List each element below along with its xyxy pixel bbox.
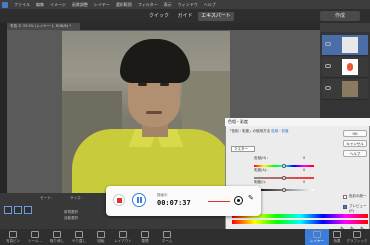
colorize-label: 色彩の統一 xyxy=(349,194,367,198)
lightness-slider-handle[interactable] xyxy=(282,188,286,192)
effects-panel-button[interactable]: 効果 xyxy=(326,231,348,244)
undo-button[interactable]: 取り消し xyxy=(46,231,68,244)
menu-file[interactable]: ファイル xyxy=(14,2,30,8)
info-text: 「色相・彩度」の使用方法 xyxy=(228,129,270,133)
layer-row[interactable] xyxy=(322,79,368,100)
home-button[interactable]: ホーム xyxy=(156,231,178,244)
menu-filter[interactable]: フィルター xyxy=(138,2,158,8)
preview-label: プレビュー(P) xyxy=(349,204,367,213)
selection-mode-icon[interactable] xyxy=(4,206,12,214)
rotate-icon xyxy=(97,231,105,238)
menu-edit[interactable]: 編集 xyxy=(36,2,44,8)
home-icon xyxy=(163,231,171,238)
hue-slider-handle[interactable] xyxy=(282,164,286,168)
tab-guided[interactable]: ガイド xyxy=(174,12,196,21)
redo-icon xyxy=(75,231,83,238)
menu-image[interactable]: イメージ xyxy=(50,2,66,8)
eye-icon[interactable] xyxy=(325,86,331,90)
organizer-icon xyxy=(141,231,149,238)
lightness-label: 明度(I)： xyxy=(254,180,269,184)
graphics-panel-button[interactable]: グラフィック xyxy=(346,231,368,244)
stop-recording-button[interactable] xyxy=(113,194,125,206)
saturation-slider-handle[interactable] xyxy=(282,176,286,180)
layer-thumbnail xyxy=(342,59,358,75)
layer-thumbnail xyxy=(342,37,358,53)
tab-quick[interactable]: クイック xyxy=(146,12,172,21)
color-spectrum-bar xyxy=(232,220,368,224)
eye-icon[interactable] xyxy=(325,42,331,46)
ok-button[interactable]: OK xyxy=(343,130,367,137)
menu-help[interactable]: ヘルプ xyxy=(204,2,216,8)
camera-toggle-button[interactable] xyxy=(234,196,243,205)
eye-icon[interactable] xyxy=(325,64,331,68)
photo-image[interactable] xyxy=(62,31,230,201)
size-label: サイズ： xyxy=(70,196,84,200)
saturation-value[interactable]: 0 xyxy=(303,168,305,172)
auto-select-radio[interactable]: 自動選択 xyxy=(64,216,78,221)
tab-expert[interactable]: エキスパート xyxy=(198,12,234,21)
menu-view[interactable]: 表示 xyxy=(164,2,172,8)
menu-select[interactable]: 選択範囲 xyxy=(116,2,132,8)
layers-panel-button[interactable]: レイヤー xyxy=(306,231,328,244)
cancel-button[interactable]: キャンセル xyxy=(343,140,367,147)
channel-select[interactable]: マスター xyxy=(231,146,255,152)
selection-mode-icon[interactable] xyxy=(14,206,22,214)
create-button[interactable]: 作成 xyxy=(320,11,360,21)
preview-checkbox[interactable] xyxy=(343,205,347,209)
dialog-title: 色相・彩度 xyxy=(225,118,370,126)
recording-timer: 00:07:37 xyxy=(157,199,191,207)
pen-icon[interactable]: ✎ xyxy=(248,194,254,202)
selection-mode-icon[interactable] xyxy=(24,206,32,214)
photo-bin-icon xyxy=(9,231,17,238)
lightness-value[interactable]: 0 xyxy=(303,180,305,184)
menu-enhance[interactable]: 画質調整 xyxy=(72,2,88,8)
layers-icon xyxy=(313,231,321,238)
saturation-label: 彩度(A)： xyxy=(254,168,270,172)
new-selection-radio[interactable]: 新規選択 xyxy=(64,210,78,215)
help-button[interactable]: ヘルプ xyxy=(343,150,367,157)
tool-options-icon xyxy=(31,231,39,238)
hue-value[interactable]: 0 xyxy=(303,156,305,160)
document-tab[interactable]: 写真 © 33.3% (レイヤー 1, RGB/8) * xyxy=(7,23,80,30)
tool-options-button[interactable]: ツール… xyxy=(24,231,46,244)
colorize-checkbox[interactable] xyxy=(343,195,347,199)
info-link[interactable]: 色相・彩度 xyxy=(271,129,289,133)
pause-icon xyxy=(137,197,139,203)
dialog-info: 「色相・彩度」の使用方法 色相・彩度 xyxy=(228,129,328,134)
effects-icon xyxy=(333,231,341,238)
rotate-button[interactable]: 回転 xyxy=(90,231,112,244)
mode-label: モード： xyxy=(40,196,54,200)
layer-thumbnail xyxy=(342,81,358,97)
layer-mask-icon xyxy=(347,63,353,71)
toolbox[interactable] xyxy=(0,23,7,193)
stop-icon xyxy=(117,198,122,203)
layer-row[interactable] xyxy=(322,57,368,78)
menu-window[interactable]: ウィンドウ xyxy=(178,2,198,8)
menu-layer[interactable]: レイヤー xyxy=(94,2,110,8)
record-dot-icon xyxy=(237,199,240,202)
layout-button[interactable]: レイアウト xyxy=(112,231,134,244)
recording-label: 録画中 xyxy=(157,193,168,197)
redo-button[interactable]: やり直し xyxy=(68,231,90,244)
graphics-icon xyxy=(353,231,361,238)
pause-recording-button[interactable] xyxy=(132,193,146,207)
layers-panel-header xyxy=(320,23,370,32)
hue-label: 色相(H)： xyxy=(254,156,270,160)
menu-bar: ファイル 編集 イメージ 画質調整 レイヤー 選択範囲 フィルター 表示 ウィン… xyxy=(0,0,370,9)
layout-icon xyxy=(119,231,127,238)
app-icon xyxy=(2,1,8,8)
recording-level-line xyxy=(208,201,230,202)
photo-bin-button[interactable]: 写真ビン xyxy=(2,231,24,244)
undo-icon xyxy=(53,231,61,238)
organizer-button[interactable]: 整理 xyxy=(134,231,156,244)
layer-row[interactable] xyxy=(322,35,368,56)
